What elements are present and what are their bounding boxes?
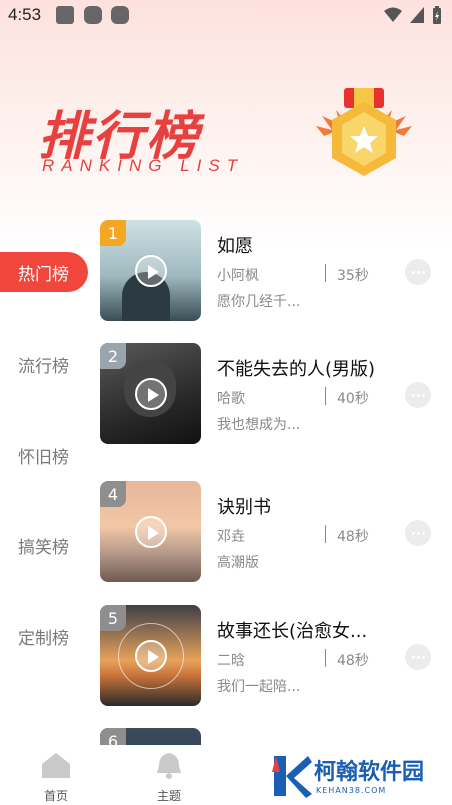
category-popular[interactable]: 流行榜: [18, 352, 69, 377]
category-custom[interactable]: 定制榜: [18, 624, 69, 649]
play-icon[interactable]: [135, 378, 167, 410]
category-funny[interactable]: 搞笑榜: [18, 533, 69, 558]
notification-icon: [56, 6, 74, 24]
nav-theme-label: 主题: [156, 789, 181, 803]
song-row[interactable]: 6: [100, 728, 440, 745]
battery-icon: [433, 6, 441, 24]
song-description: 愿你几经千...: [217, 294, 301, 310]
watermark: 柯翰软件园 KEHAN38.COM: [270, 752, 440, 802]
song-cover[interactable]: 6: [100, 728, 201, 745]
watermark-subtext: KEHAN38.COM: [316, 786, 387, 795]
nav-theme[interactable]: 主题: [139, 751, 199, 804]
song-cover[interactable]: 2: [100, 343, 201, 444]
page-subtitle: RANKING LIST: [42, 156, 245, 175]
notification-icon: [84, 6, 102, 24]
nav-home[interactable]: 首页: [26, 751, 86, 804]
status-time: 4:53: [8, 5, 42, 24]
rank-badge: 1: [100, 220, 126, 246]
song-duration: 40秒: [337, 391, 369, 407]
song-duration: 48秒: [337, 529, 369, 545]
play-icon[interactable]: [135, 255, 167, 287]
song-duration: 35秒: [337, 268, 369, 284]
song-row[interactable]: 1 如愿 小阿枫 35秒 愿你几经千...: [100, 220, 440, 322]
home-icon: [42, 753, 70, 778]
category-nostalgic[interactable]: 怀旧榜: [18, 443, 69, 468]
status-bar: 4:53: [0, 0, 452, 32]
divider: [325, 264, 326, 282]
song-row[interactable]: 5 故事还长(治愈女... 二晗 48秒 我们一起陪...: [100, 605, 440, 707]
song-cover[interactable]: 4: [100, 481, 201, 582]
song-artist: 邓垚: [217, 529, 245, 545]
song-title: 故事还长(治愈女...: [217, 621, 368, 642]
song-artist: 小阿枫: [217, 268, 259, 284]
more-icon[interactable]: [405, 382, 431, 408]
wifi-icon: [384, 7, 402, 22]
status-icons: [384, 6, 442, 24]
notification-icon: [111, 6, 129, 24]
category-hot[interactable]: 热门榜: [0, 252, 88, 292]
song-row[interactable]: 2 不能失去的人(男版) 哈歌 40秒 我也想成为...: [100, 343, 440, 445]
song-description: 高潮版: [217, 555, 259, 571]
watermark-logo: [272, 756, 312, 798]
divider: [325, 649, 326, 667]
nav-home-label: 首页: [43, 789, 68, 803]
divider: [325, 525, 326, 543]
song-description: 我们一起陪...: [217, 679, 301, 695]
more-icon[interactable]: [405, 259, 431, 285]
divider: [325, 387, 326, 405]
song-cover[interactable]: 5: [100, 605, 201, 706]
watermark-text: 柯翰软件园: [314, 760, 425, 785]
signal-icon: [410, 7, 424, 23]
play-icon[interactable]: [135, 640, 167, 672]
song-row[interactable]: 4 诀别书 邓垚 48秒 高潮版: [100, 481, 440, 583]
rank-badge: 2: [100, 343, 126, 369]
song-cover[interactable]: 1: [100, 220, 201, 321]
song-title: 不能失去的人(男版): [217, 359, 376, 380]
play-icon[interactable]: [135, 516, 167, 548]
song-description: 我也想成为...: [217, 417, 301, 433]
song-title: 如愿: [217, 236, 253, 257]
more-icon[interactable]: [405, 520, 431, 546]
song-duration: 48秒: [337, 653, 369, 669]
rank-badge: 4: [100, 481, 126, 507]
more-icon[interactable]: [405, 644, 431, 670]
rank-badge: 5: [100, 605, 126, 631]
medal-icon: [316, 88, 412, 176]
song-artist: 哈歌: [217, 391, 245, 407]
song-artist: 二晗: [217, 653, 245, 669]
rank-badge: 6: [100, 728, 126, 745]
bell-icon: [157, 753, 181, 779]
song-title: 诀别书: [217, 497, 271, 518]
